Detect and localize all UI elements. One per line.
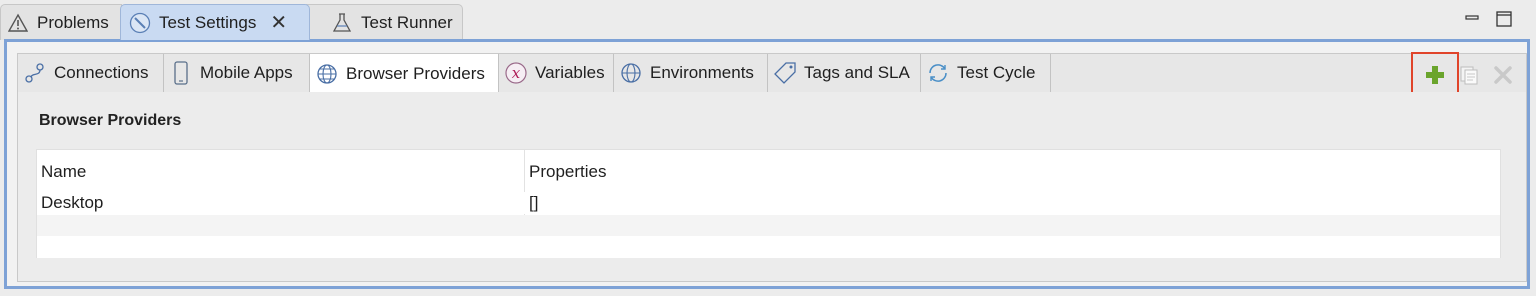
phone-icon bbox=[169, 61, 193, 85]
tab-problems[interactable]: Problems bbox=[0, 4, 122, 40]
variable-icon: x bbox=[504, 61, 528, 85]
tab-label: Test Runner bbox=[361, 12, 453, 32]
tab-label: Test Settings bbox=[159, 12, 257, 32]
table-row[interactable] bbox=[37, 215, 1500, 237]
tag-icon bbox=[773, 61, 797, 85]
cycle-icon bbox=[926, 61, 950, 85]
cell-properties: [] bbox=[529, 193, 539, 212]
browser-providers-content: Browser Providers Name Properties Deskto… bbox=[17, 92, 1527, 282]
table-row[interactable]: Desktop [] bbox=[37, 192, 1500, 214]
tab-label: Connections bbox=[54, 63, 149, 82]
table-row[interactable] bbox=[37, 236, 1500, 258]
flask-icon bbox=[331, 12, 353, 34]
close-icon[interactable]: ✕ bbox=[270, 13, 287, 33]
delete-button[interactable] bbox=[1488, 60, 1518, 90]
globe-icon bbox=[619, 61, 643, 85]
column-header-properties[interactable]: Properties bbox=[529, 162, 606, 182]
tab-browser-providers[interactable]: Browser Providers bbox=[309, 54, 499, 94]
add-button[interactable] bbox=[1420, 60, 1450, 90]
warning-icon bbox=[7, 12, 29, 34]
maximize-icon[interactable] bbox=[1494, 8, 1514, 30]
tab-connections[interactable]: Connections bbox=[18, 54, 164, 92]
test-settings-panel: Connections Mobile Apps Browser Provider… bbox=[4, 39, 1530, 289]
tab-test-runner[interactable]: Test Runner bbox=[306, 4, 463, 40]
copy-icon bbox=[1460, 66, 1478, 85]
tab-label: Environments bbox=[650, 63, 754, 82]
editor-tab-bar: Problems Test Settings ✕ Test Runner bbox=[0, 0, 1536, 40]
settings-tab-bar: Connections Mobile Apps Browser Provider… bbox=[17, 52, 1527, 94]
minimize-icon[interactable] bbox=[1462, 8, 1482, 30]
tab-environments[interactable]: Environments bbox=[614, 54, 768, 92]
wrench-icon bbox=[129, 12, 151, 34]
tab-mobile-apps[interactable]: Mobile Apps bbox=[164, 54, 310, 92]
tab-test-cycle[interactable]: Test Cycle bbox=[921, 54, 1051, 92]
browser-providers-table[interactable]: Name Properties Desktop [] bbox=[36, 149, 1501, 258]
svg-text:x: x bbox=[512, 64, 521, 82]
globe-icon bbox=[315, 62, 339, 86]
plus-icon bbox=[1426, 66, 1444, 84]
connections-icon bbox=[23, 61, 47, 85]
tab-tags-and-sla[interactable]: Tags and SLA bbox=[768, 54, 921, 92]
tab-label: Variables bbox=[535, 63, 605, 82]
tab-label: Mobile Apps bbox=[200, 63, 293, 82]
tab-label: Tags and SLA bbox=[804, 63, 910, 82]
tab-variables[interactable]: x Variables bbox=[499, 54, 614, 92]
tab-label: Test Cycle bbox=[957, 63, 1036, 82]
delete-icon bbox=[1494, 66, 1512, 84]
section-title: Browser Providers bbox=[39, 112, 182, 129]
tab-label: Problems bbox=[37, 12, 109, 32]
tab-label: Browser Providers bbox=[346, 64, 485, 83]
cell-name: Desktop bbox=[41, 193, 104, 212]
tab-test-settings[interactable]: Test Settings ✕ bbox=[120, 4, 310, 40]
column-header-name[interactable]: Name bbox=[41, 162, 86, 182]
table-header: Name Properties bbox=[37, 150, 1500, 193]
copy-button[interactable] bbox=[1454, 60, 1484, 90]
